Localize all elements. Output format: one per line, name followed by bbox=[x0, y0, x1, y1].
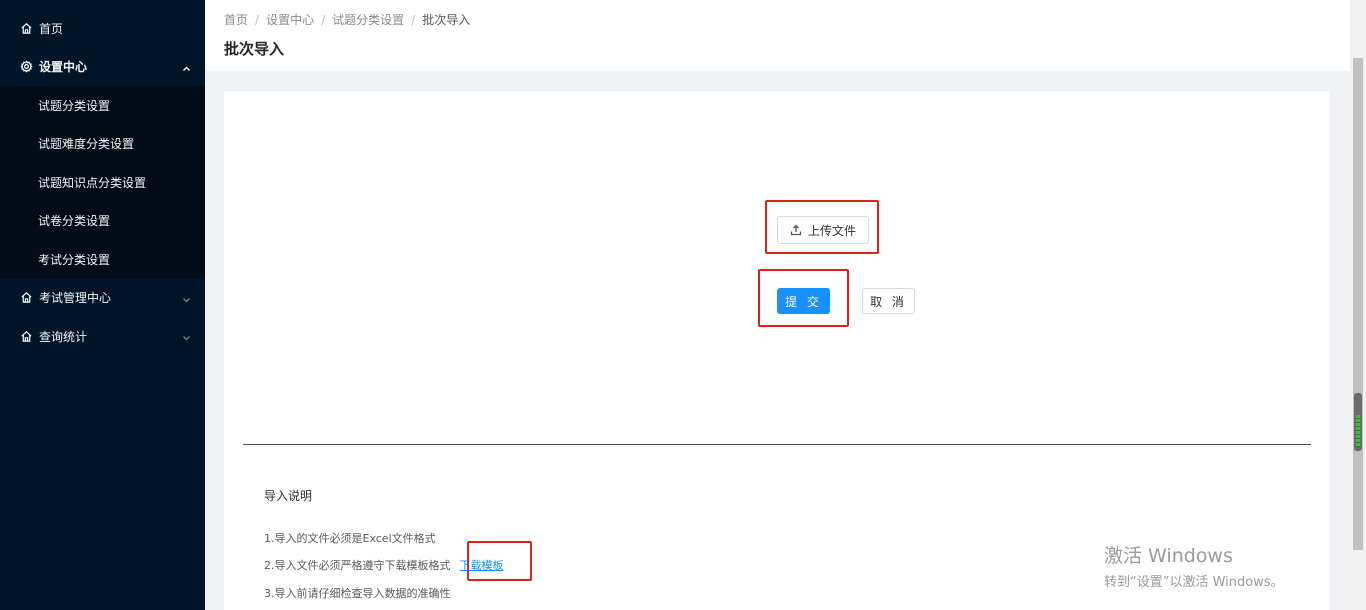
breadcrumb-settings[interactable]: 设置中心 bbox=[266, 11, 314, 28]
sidebar-item-difficulty-category[interactable]: 试题难度分类设置 bbox=[0, 125, 205, 164]
home-icon bbox=[19, 21, 33, 35]
chevron-down-icon bbox=[182, 332, 191, 341]
upload-icon bbox=[790, 224, 802, 236]
chevron-up-icon bbox=[182, 62, 191, 71]
upload-file-button[interactable]: 上传文件 bbox=[777, 216, 869, 244]
sidebar-item-home[interactable]: 首页 bbox=[0, 9, 205, 48]
cancel-button[interactable]: 取 消 bbox=[862, 288, 915, 314]
breadcrumb-home[interactable]: 首页 bbox=[224, 11, 248, 28]
instruction-line-2: 2.导入文件必须严格遵守下载模板格式 下载模板 bbox=[264, 557, 504, 573]
page-header: 首页 / 设置中心 / 试题分类设置 / 批次导入 批次导入 bbox=[205, 0, 1350, 71]
breadcrumb-current: 批次导入 bbox=[422, 13, 471, 27]
divider bbox=[243, 444, 1311, 445]
sidebar-item-question-category[interactable]: 试题分类设置 bbox=[0, 86, 205, 125]
scrollbar-thumb[interactable] bbox=[1353, 58, 1363, 550]
import-card: 上传文件 提 交 取 消 导入说明 1.导入的文件必须是Excel文件格式 2.… bbox=[224, 91, 1330, 610]
instruction-line-1: 1.导入的文件必须是Excel文件格式 bbox=[264, 532, 436, 545]
sidebar-item-knowledge-category[interactable]: 试题知识点分类设置 bbox=[0, 163, 205, 202]
sidebar-item-settings[interactable]: 设置中心 bbox=[0, 48, 205, 87]
instructions-title: 导入说明 bbox=[264, 489, 313, 503]
sidebar-item-label: 考试分类设置 bbox=[38, 252, 111, 267]
chevron-down-icon bbox=[182, 293, 191, 303]
sidebar-item-label: 试题分类设置 bbox=[38, 98, 111, 113]
instruction-line-3: 3.导入前请仔细检查导入数据的准确性 bbox=[264, 587, 451, 600]
sidebar-item-label: 试题知识点分类设置 bbox=[38, 175, 147, 190]
upload-button-label: 上传文件 bbox=[807, 223, 856, 238]
sidebar-item-exam-category[interactable]: 考试分类设置 bbox=[0, 240, 205, 279]
watermark-subtitle: 转到“设置”以激活 Windows。 bbox=[1104, 575, 1284, 590]
sidebar-item-label: 首页 bbox=[39, 21, 64, 36]
download-template-link[interactable]: 下载模板 bbox=[460, 557, 504, 573]
sidebar-item-label: 查询统计 bbox=[39, 329, 88, 344]
watermark-title: 激活 Windows bbox=[1104, 545, 1233, 567]
scroll-indicator bbox=[1354, 393, 1362, 451]
sidebar-item-query-stats[interactable]: 查询统计 bbox=[0, 317, 205, 356]
home-icon bbox=[19, 329, 33, 343]
sidebar-item-label: 考试管理中心 bbox=[39, 291, 112, 306]
sidebar-item-label: 设置中心 bbox=[39, 60, 88, 75]
breadcrumb-separator: / bbox=[411, 12, 416, 27]
sidebar-item-paper-category[interactable]: 试卷分类设置 bbox=[0, 202, 205, 241]
breadcrumb-separator: / bbox=[321, 12, 326, 27]
breadcrumb-separator: / bbox=[255, 12, 260, 27]
gear-icon bbox=[19, 60, 33, 74]
scroll-indicator-bar bbox=[1356, 415, 1360, 447]
windows-activation-watermark: 激活 Windows 转到“设置”以激活 Windows。 bbox=[1104, 541, 1284, 590]
sidebar: 首页 设置中心 试题分类设置 试题难度分类设置 试题知识点分类设置 试卷分类设置… bbox=[0, 0, 205, 610]
sidebar-item-label: 试卷分类设置 bbox=[38, 214, 111, 229]
sidebar-item-exam-management[interactable]: 考试管理中心 bbox=[0, 279, 205, 318]
instruction-line-2-text: 2.导入文件必须严格遵守下载模板格式 bbox=[264, 559, 451, 572]
breadcrumb: 首页 / 设置中心 / 试题分类设置 / 批次导入 bbox=[224, 11, 470, 28]
home-icon bbox=[19, 291, 33, 305]
breadcrumb-question-category[interactable]: 试题分类设置 bbox=[332, 11, 404, 28]
submit-button[interactable]: 提 交 bbox=[777, 288, 830, 314]
settings-submenu: 试题分类设置 试题难度分类设置 试题知识点分类设置 试卷分类设置 考试分类设置 bbox=[0, 86, 205, 279]
sidebar-item-label: 试题难度分类设置 bbox=[38, 137, 135, 152]
page-scrollbar[interactable] bbox=[1350, 0, 1366, 610]
page-title: 批次导入 bbox=[224, 40, 285, 58]
